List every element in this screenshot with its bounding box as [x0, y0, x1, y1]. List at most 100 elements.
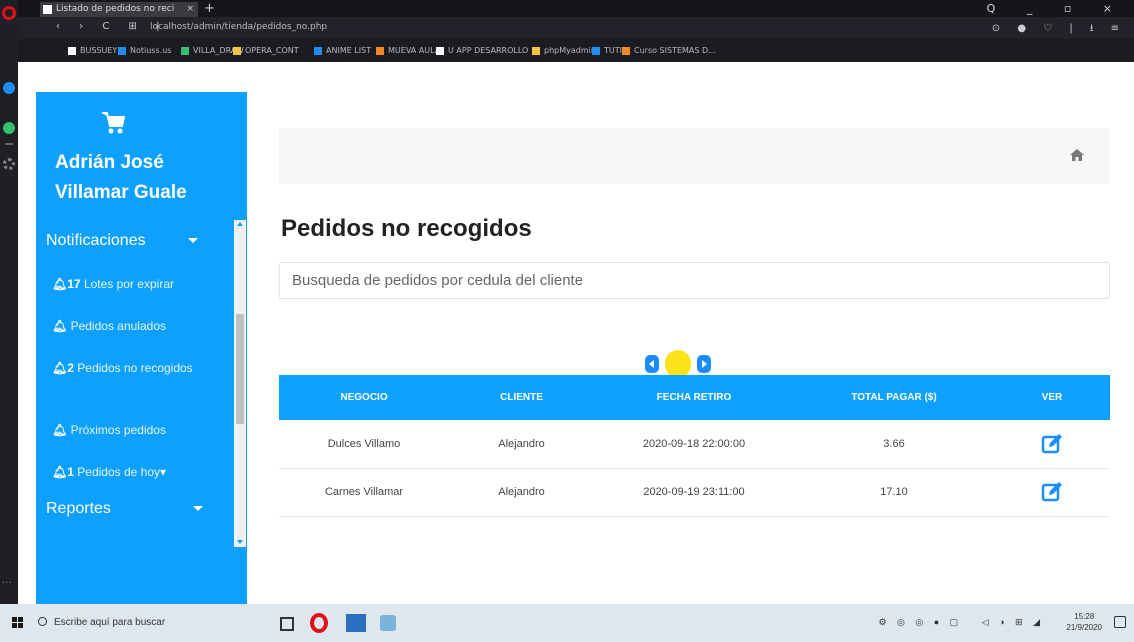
table-row: Dulces Villamo Alejandro 2020-09-18 22:0…: [279, 420, 1110, 469]
clock-time: 15:28: [1074, 612, 1095, 621]
column-header: TOTAL PAGAR ($): [794, 375, 994, 420]
sidebar-item-anulados[interactable]: 🔔︎ Pedidos anulados: [52, 318, 166, 334]
search-input[interactable]: [279, 262, 1110, 299]
opera-logo-icon[interactable]: [2, 6, 16, 20]
sidebar-item-proximos[interactable]: 🔔︎ Próximos pedidos: [52, 422, 166, 438]
cell-total: 17.10: [794, 468, 994, 517]
close-tab-icon[interactable]: ×: [186, 2, 194, 17]
user-name: Adrián José Villamar Guale: [55, 152, 187, 203]
bookmark-item[interactable]: MUEVA AULA: [376, 46, 440, 55]
top-navbar: [279, 128, 1110, 184]
bookmark-favicon-icon: [181, 46, 189, 55]
scroll-down-icon[interactable]: [237, 540, 243, 544]
bookmark-label: U APP DESARROLLO: [448, 46, 529, 55]
cell-cliente: Alejandro: [449, 420, 594, 469]
orders-table: NEGOCIO CLIENTE FECHA RETIRO TOTAL PAGAR…: [279, 375, 1110, 517]
edit-icon[interactable]: [1041, 433, 1063, 455]
more-icon[interactable]: ···: [2, 578, 12, 589]
cell-ver: [994, 468, 1110, 517]
previous-page-button[interactable]: [645, 355, 659, 373]
notifications-menu[interactable]: Notificaciones: [46, 232, 198, 250]
sidebar-item-label: Pedidos de hoy: [77, 465, 160, 479]
bookmark-label: Notiuss.us: [130, 46, 172, 55]
notifications-label: Notificaciones: [46, 232, 146, 249]
url-field[interactable]: localhost/admin/tienda/pedidos_no.php: [150, 22, 327, 32]
bookmark-item[interactable]: TUTI: [592, 46, 622, 55]
bookmark-item[interactable]: Notiuss.us: [118, 46, 171, 55]
chevron-down-icon: [187, 238, 198, 243]
column-header: NEGOCIO: [279, 375, 449, 420]
column-header: CLIENTE: [449, 375, 594, 420]
column-header: FECHA RETIRO: [594, 375, 794, 420]
whatsapp-icon[interactable]: [3, 122, 15, 134]
cell-fecha: 2020-09-18 22:00:00: [594, 420, 794, 469]
cell-cliente: Alejandro: [449, 468, 594, 517]
bookmark-label: BUSSUEY: [80, 46, 118, 55]
sidebar-scrollbar[interactable]: [234, 220, 246, 547]
browser-toolbar-icons[interactable]: ⊙ ● ♡ | ⭳ ≡: [992, 21, 1126, 38]
bookmark-favicon-icon: [532, 46, 540, 55]
cell-negocio: Carnes Villamar: [279, 468, 449, 517]
scrollbar-thumb[interactable]: [236, 314, 244, 424]
next-page-button[interactable]: [697, 355, 711, 373]
taskbar-clock[interactable]: 15:28 21/9/2020: [1066, 611, 1102, 633]
windows-taskbar: Escribe aquí para buscar ⚙ ◎ ◎ ● ▢ ◁ ◑ ⊞…: [0, 604, 1134, 642]
cell-negocio: Dulces Villamo: [279, 420, 449, 469]
shopping-cart-icon: [102, 112, 126, 134]
settings-icon[interactable]: [3, 158, 15, 170]
divider: [5, 143, 13, 145]
caret-down-icon: ▾: [160, 465, 167, 479]
bookmark-label: OPERA_CONT: [245, 46, 299, 55]
sidebar-item-lotes[interactable]: 🔔︎17 Lotes por expirar: [52, 276, 174, 292]
messenger-icon[interactable]: [3, 82, 15, 94]
notification-center-icon[interactable]: [1114, 616, 1126, 628]
sidebar-item-no-recogidos[interactable]: 🔔︎2 Pedidos no recogidos: [52, 360, 227, 376]
bookmark-label: MUEVA AULA: [388, 46, 441, 55]
app-taskbar-icon[interactable]: [380, 615, 396, 631]
bookmark-item[interactable]: Curso SISTEMAS D...: [622, 46, 716, 55]
current-page[interactable]: 1: [665, 350, 691, 378]
window-controls[interactable]: Q _ ▫ ×: [987, 0, 1126, 17]
bookmark-item[interactable]: U APP DESARROLLO: [436, 46, 528, 55]
task-view-icon[interactable]: [280, 617, 294, 631]
system-tray[interactable]: ⚙ ◎ ◎ ● ▢ ◁ ◑ ⊞ ◢: [878, 617, 1044, 628]
bookmark-favicon-icon: [436, 46, 444, 55]
home-icon[interactable]: [1069, 148, 1085, 162]
bookmark-favicon-icon: [68, 46, 76, 55]
sidebar-item-label: Lotes por expirar: [83, 277, 174, 291]
column-header: VER: [994, 375, 1110, 420]
taskbar-search[interactable]: Escribe aquí para buscar: [34, 611, 234, 635]
word-taskbar-icon[interactable]: [346, 614, 366, 632]
bookmark-item[interactable]: BUSSUEY: [68, 46, 117, 55]
windows-start-icon[interactable]: [12, 617, 24, 629]
page-favicon-icon: [43, 5, 52, 14]
sidebar-item-label: Pedidos no recogidos: [77, 361, 193, 375]
opera-taskbar-icon[interactable]: [310, 613, 328, 633]
bookmark-favicon-icon: [118, 46, 126, 55]
sidebar-item-label: Pedidos anulados: [70, 319, 166, 333]
bookmarks-bar: BUSSUEY Notiuss.us VILLA_DRAW OPERA_CONT ANI…: [18, 39, 1134, 62]
badge-count: 1: [67, 465, 74, 479]
bookmark-item[interactable]: ANIME LIST: [314, 46, 371, 55]
new-tab-button[interactable]: +: [204, 0, 215, 17]
edit-icon[interactable]: [1041, 481, 1063, 503]
opera-sidebar: ···: [0, 0, 18, 604]
badge-count: 17: [67, 277, 81, 291]
page-title: Pedidos no recogidos: [281, 215, 532, 242]
sidebar-item-hoy[interactable]: 🔔︎1 Pedidos de hoy▾: [52, 464, 166, 480]
reports-menu[interactable]: Reportes: [46, 500, 203, 518]
bookmark-label: TUTI: [604, 46, 622, 55]
bell-icon: 🔔︎: [52, 277, 68, 291]
tab-title: Listado de pedidos no reci: [56, 4, 175, 14]
bookmark-item[interactable]: phpMyadmin: [532, 46, 596, 55]
cell-fecha: 2020-09-19 23:11:00: [594, 468, 794, 517]
browser-tab[interactable]: Listado de pedidos no reci ×: [40, 2, 198, 17]
scroll-up-icon[interactable]: [237, 222, 243, 226]
bookmark-favicon-icon: [592, 46, 600, 55]
bookmark-label: Curso SISTEMAS D...: [634, 46, 716, 55]
bookmark-item[interactable]: OPERA_CONT: [233, 46, 299, 55]
bookmark-favicon-icon: [376, 46, 384, 55]
bell-icon: 🔔︎: [52, 465, 68, 479]
bookmark-favicon-icon: [233, 46, 241, 55]
clock-date: 21/9/2020: [1066, 623, 1102, 632]
